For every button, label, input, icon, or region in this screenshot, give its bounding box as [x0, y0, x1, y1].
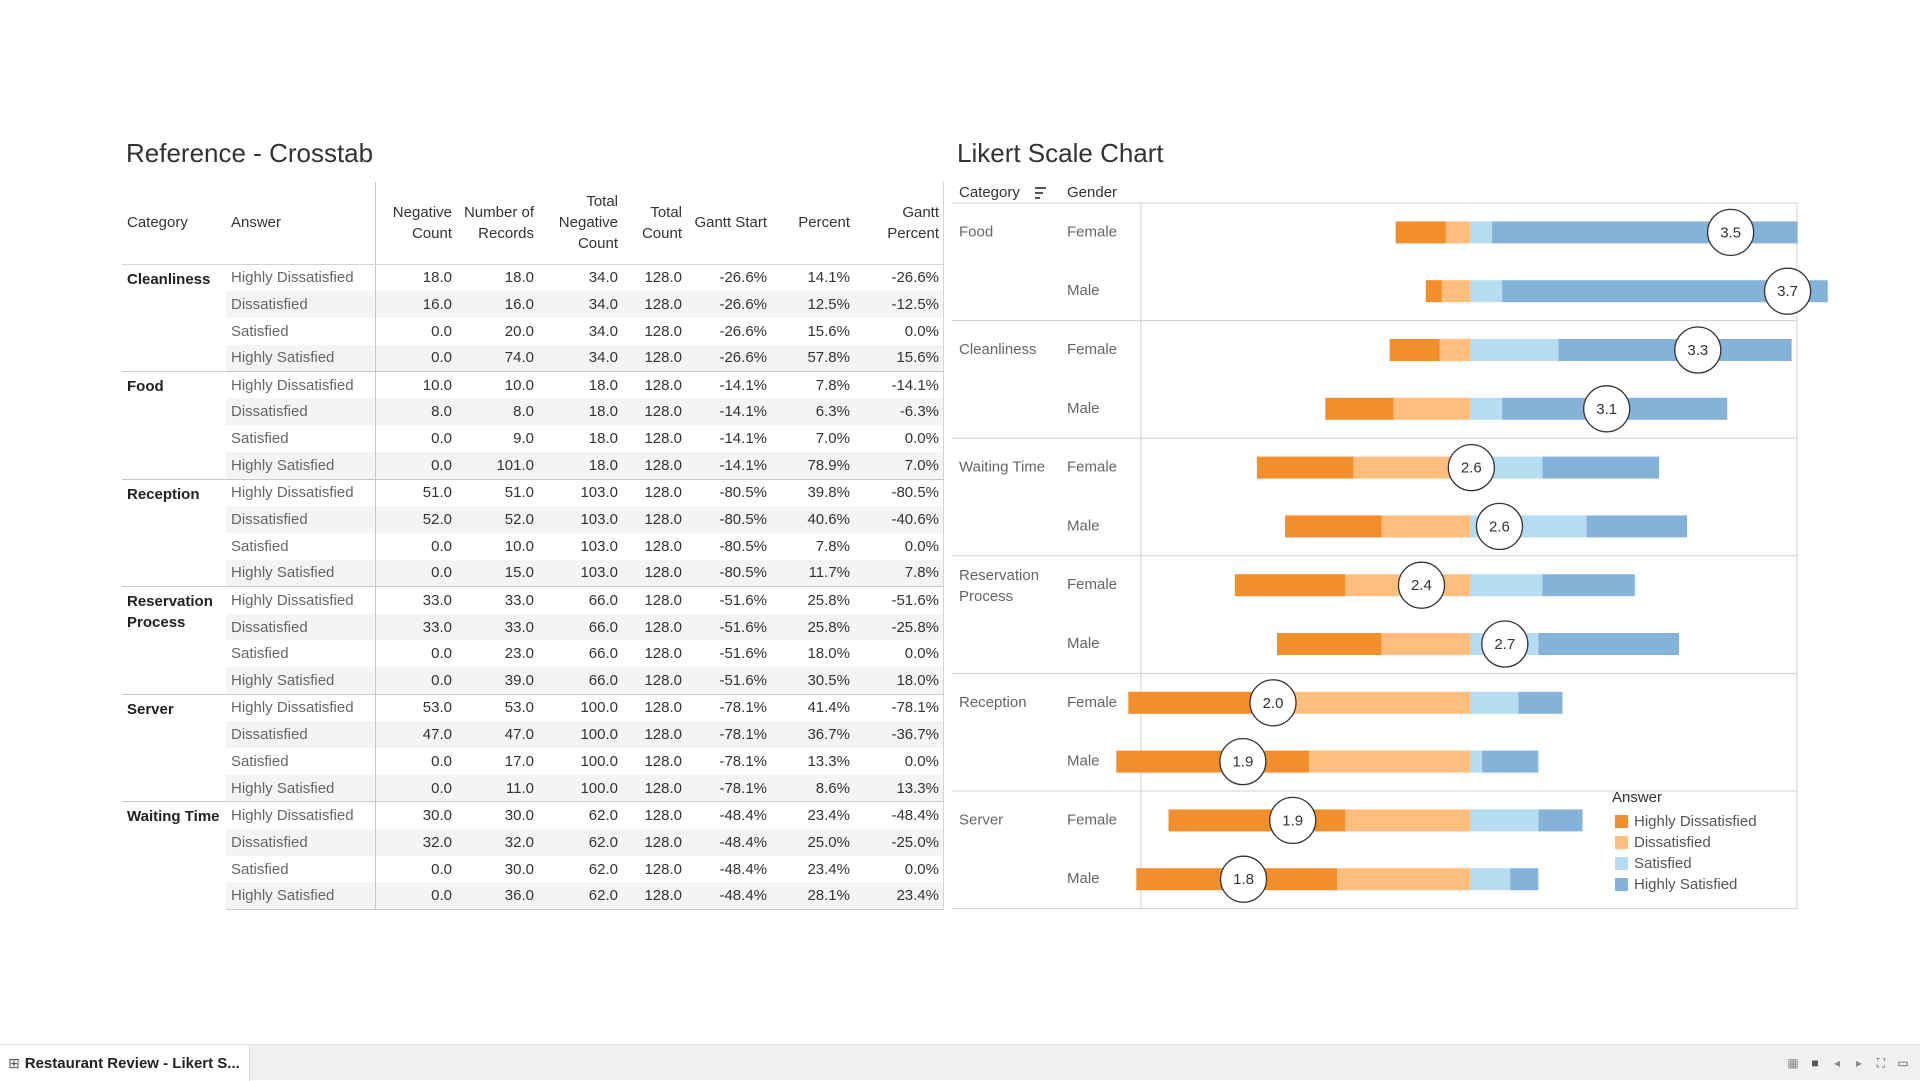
- legend-title: Answer: [1612, 789, 1662, 806]
- score-label: 3.3: [1687, 342, 1708, 359]
- bar-dissatisfied[interactable]: [1345, 809, 1470, 832]
- bar-dissatisfied[interactable]: [1381, 633, 1470, 655]
- bar-satisfied[interactable]: [1470, 397, 1503, 420]
- gender-label: Male: [1067, 753, 1100, 770]
- bar-highly-satisfied[interactable]: [1542, 456, 1659, 479]
- gender-label: Female: [1067, 223, 1117, 240]
- category-label: Food: [959, 223, 993, 240]
- sheet-tab[interactable]: ⊞ Restaurant Review - Likert S...: [0, 1045, 250, 1081]
- gender-label: Female: [1067, 694, 1117, 711]
- grid-view-icon[interactable]: ▦: [1786, 1056, 1800, 1070]
- bar-dissatisfied[interactable]: [1441, 280, 1470, 303]
- bar-satisfied[interactable]: [1470, 750, 1483, 773]
- gender-label: Male: [1067, 870, 1100, 887]
- bar-highly-satisfied[interactable]: [1482, 750, 1539, 773]
- sheet-tab-label: Restaurant Review - Likert S...: [24, 1054, 240, 1072]
- bar-satisfied[interactable]: [1470, 809, 1539, 832]
- bar-highly-satisfied[interactable]: [1518, 691, 1563, 714]
- legend-swatch: [1615, 815, 1628, 828]
- grid-icon: ⊞: [8, 1054, 20, 1071]
- bar-satisfied[interactable]: [1470, 280, 1503, 303]
- legend-item-label[interactable]: Highly Dissatisfied: [1634, 813, 1757, 830]
- score-label: 3.7: [1777, 283, 1798, 300]
- bar-highly-satisfied[interactable]: [1538, 633, 1680, 655]
- sheet-nav-controls: ▦ ■ ◂ ▸ ⛶ ▭: [1786, 1045, 1910, 1081]
- gender-label: Female: [1067, 459, 1117, 476]
- bar-highly-dissatisfied[interactable]: [1277, 633, 1382, 655]
- score-label: 3.1: [1596, 401, 1617, 418]
- bar-satisfied[interactable]: [1470, 574, 1543, 597]
- bar-satisfied[interactable]: [1470, 868, 1511, 891]
- bar-satisfied[interactable]: [1470, 691, 1519, 714]
- bar-dissatisfied[interactable]: [1337, 868, 1470, 891]
- bar-dissatisfied[interactable]: [1309, 750, 1470, 773]
- sheet-tab-bar: ⊞ Restaurant Review - Likert S... ▦ ■ ◂ …: [0, 1044, 1920, 1081]
- gender-label: Male: [1067, 400, 1100, 417]
- category-label: Cleanliness: [959, 341, 1037, 358]
- score-label: 1.9: [1282, 812, 1303, 829]
- presentation-icon[interactable]: ▭: [1896, 1056, 1910, 1070]
- bar-highly-satisfied[interactable]: [1510, 868, 1539, 891]
- gender-label: Male: [1067, 517, 1100, 534]
- category-label: Server: [959, 811, 1003, 828]
- gender-label: Female: [1067, 576, 1117, 593]
- bar-highly-dissatisfied[interactable]: [1256, 456, 1354, 479]
- bar-satisfied[interactable]: [1470, 221, 1493, 244]
- bar-highly-dissatisfied[interactable]: [1395, 221, 1446, 244]
- category-label: Reception: [959, 694, 1027, 711]
- sort-icon[interactable]: [1035, 187, 1046, 199]
- bar-dissatisfied[interactable]: [1289, 691, 1470, 714]
- bar-highly-dissatisfied[interactable]: [1116, 750, 1310, 773]
- column-header-category: Category: [959, 184, 1020, 201]
- category-label-line2: Process: [959, 588, 1013, 605]
- bar-highly-dissatisfied[interactable]: [1285, 515, 1382, 538]
- bar-dissatisfied[interactable]: [1445, 221, 1470, 244]
- bar-highly-dissatisfied[interactable]: [1168, 809, 1346, 832]
- category-label: Reservation: [959, 567, 1039, 584]
- score-label: 2.6: [1489, 518, 1510, 535]
- legend-swatch: [1615, 836, 1628, 849]
- bar-highly-dissatisfied[interactable]: [1389, 339, 1440, 361]
- column-header-gender: Gender: [1067, 184, 1117, 201]
- legend-swatch: [1615, 878, 1628, 891]
- legend-item-label[interactable]: Dissatisfied: [1634, 834, 1711, 851]
- score-label: 3.5: [1720, 224, 1741, 241]
- score-label: 2.0: [1263, 695, 1284, 712]
- bar-highly-dissatisfied[interactable]: [1425, 280, 1442, 303]
- score-label: 2.6: [1461, 460, 1482, 477]
- legend-item-label[interactable]: Satisfied: [1634, 855, 1692, 872]
- gender-label: Female: [1067, 811, 1117, 828]
- category-label: Waiting Time: [959, 459, 1045, 476]
- legend: Answer Highly Dissatisfied Dissatisfied Sat…: [1612, 789, 1757, 893]
- next-sheet-icon[interactable]: ▸: [1852, 1056, 1866, 1070]
- bar-dissatisfied[interactable]: [1393, 397, 1470, 420]
- bar-highly-dissatisfied[interactable]: [1325, 397, 1394, 420]
- bar-dissatisfied[interactable]: [1439, 339, 1470, 361]
- prev-sheet-icon[interactable]: ◂: [1830, 1056, 1844, 1070]
- gender-label: Male: [1067, 635, 1100, 652]
- gender-label: Male: [1067, 282, 1100, 299]
- score-label: 2.4: [1411, 577, 1432, 594]
- legend-swatch: [1615, 857, 1628, 870]
- score-label: 1.9: [1232, 754, 1253, 771]
- bar-highly-satisfied[interactable]: [1538, 809, 1583, 832]
- fit-screen-icon[interactable]: ⛶: [1874, 1056, 1888, 1070]
- likert-chart: Category Gender Food Female 3.5 Male 3.7 Cleanl…: [952, 184, 1828, 910]
- bar-satisfied[interactable]: [1470, 339, 1559, 361]
- gender-label: Female: [1067, 341, 1117, 358]
- score-label: 2.7: [1494, 636, 1515, 653]
- bar-highly-dissatisfied[interactable]: [1234, 574, 1346, 597]
- score-label: 1.8: [1233, 871, 1254, 888]
- bar-highly-satisfied[interactable]: [1586, 515, 1688, 538]
- legend-item-label[interactable]: Highly Satisfied: [1634, 876, 1737, 893]
- bar-dissatisfied[interactable]: [1381, 515, 1470, 538]
- single-view-icon[interactable]: ■: [1808, 1056, 1822, 1070]
- bar-highly-satisfied[interactable]: [1542, 574, 1635, 597]
